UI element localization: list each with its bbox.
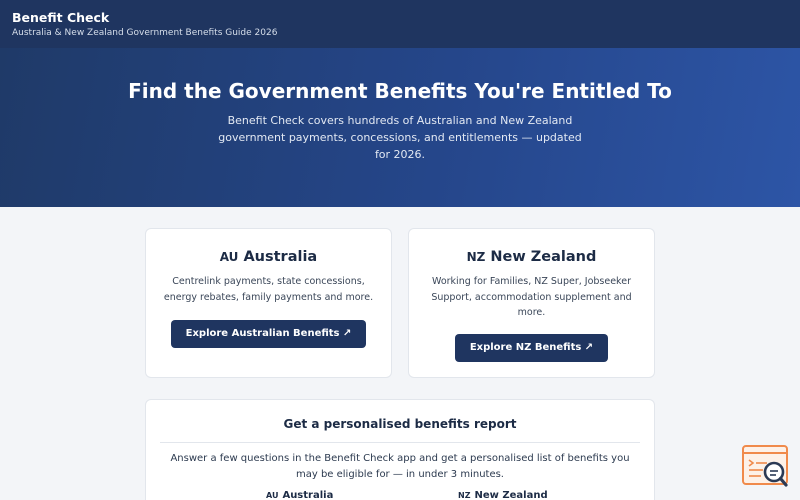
australia-card: AU Australia Centrelink payments, state c… — [145, 228, 392, 378]
new-zealand-card-description: Working for Families, NZ Super, Jobseeke… — [431, 276, 632, 318]
report-description: Answer a few questions in the Benefit Ch… — [170, 453, 630, 480]
report-link-australia-label: Australia — [282, 490, 334, 500]
search-document-icon[interactable] — [741, 444, 789, 490]
personalised-report-card: Get a personalised benefits report Answe… — [145, 399, 655, 500]
new-zealand-card-title: NZ New Zealand — [409, 247, 654, 267]
report-link-new-zealand-label: New Zealand — [474, 490, 548, 500]
report-divider — [160, 442, 640, 443]
new-zealand-flag-icon: NZ — [466, 250, 486, 264]
brand-name[interactable]: Benefit Check — [12, 10, 788, 25]
explore-australian-benefits-button[interactable]: Explore Australian Benefits ↗ — [170, 320, 367, 348]
hero-banner: Find the Government Benefits You're Enti… — [0, 48, 800, 207]
australia-flag-icon: AU — [266, 491, 279, 500]
report-links: AU Australia NZ New Zealand — [146, 486, 654, 500]
new-zealand-card: NZ New Zealand Working for Families, NZ S… — [408, 228, 655, 378]
australia-flag-icon: AU — [219, 250, 239, 264]
australia-card-title-text: Australia — [243, 249, 318, 265]
new-zealand-card-title-text: New Zealand — [490, 249, 597, 265]
report-link-australia[interactable]: AU Australia — [266, 490, 333, 500]
explore-nz-benefits-button[interactable]: Explore NZ Benefits ↗ — [454, 333, 609, 362]
hero-title: Find the Government Benefits You're Enti… — [128, 79, 672, 103]
new-zealand-flag-icon: NZ — [458, 491, 471, 500]
country-cards: AU Australia Centrelink payments, state c… — [145, 228, 655, 378]
australia-card-title: AU Australia — [146, 247, 391, 267]
top-bar: Benefit Check Australia & New Zealand Go… — [0, 0, 800, 48]
hero-subtitle: Benefit Check covers hundreds of Austral… — [218, 114, 582, 161]
australia-card-description: Centrelink payments, state concessions, … — [163, 276, 374, 303]
report-title: Get a personalised benefits report — [283, 417, 517, 431]
brand-tagline: Australia & New Zealand Government Benef… — [12, 28, 278, 38]
report-link-new-zealand[interactable]: NZ New Zealand — [458, 490, 548, 500]
